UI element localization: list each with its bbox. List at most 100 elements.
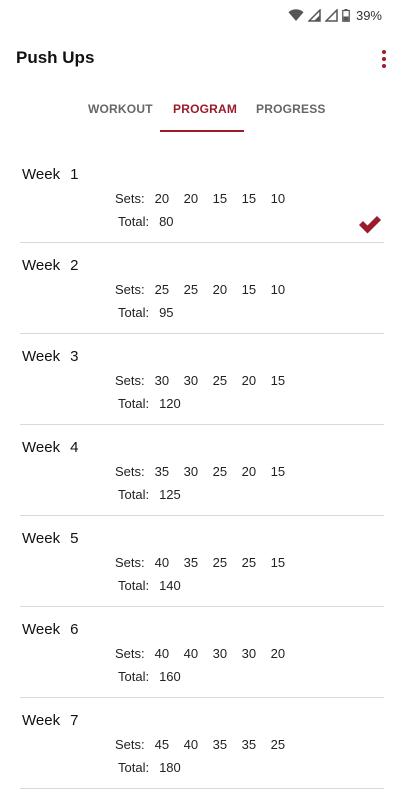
sets-row: Sets: 40 40 30 30 20	[115, 646, 290, 661]
week-number: 4	[70, 439, 79, 456]
week-list: Week 1 Sets: 20 20 15 15 10 Total: 80 Week 2 Sets: 25…	[20, 152, 384, 789]
set-value: 30	[241, 646, 257, 661]
week-number: 1	[70, 166, 79, 183]
total-label: Total:	[118, 214, 150, 229]
sets-row: Sets: 45 40 35 35 25	[115, 737, 290, 752]
set-value: 20	[212, 282, 228, 297]
week-number: 5	[70, 530, 79, 547]
tab-bar: WORKOUT PROGRAM PROGRESS	[0, 96, 404, 132]
week-word: Week	[22, 439, 61, 456]
set-value: 25	[212, 464, 228, 479]
set-value: 15	[270, 373, 286, 388]
total-label: Total:	[118, 396, 150, 411]
week-label: Week 3	[22, 348, 78, 365]
week-row[interactable]: Week 7 Sets: 45 40 35 35 25 Total: 180	[20, 698, 384, 789]
set-value: 25	[241, 555, 257, 570]
total-row: Total: 80	[118, 214, 174, 229]
week-row[interactable]: Week 5 Sets: 40 35 25 25 15 Total: 140	[20, 516, 384, 607]
set-value: 25	[212, 373, 228, 388]
battery-icon	[342, 9, 350, 22]
set-value: 20	[241, 464, 257, 479]
app-bar: Push Ups	[0, 42, 404, 76]
set-value: 25	[270, 737, 286, 752]
week-number: 3	[70, 348, 79, 365]
total-value: 125	[159, 487, 181, 502]
sets-label: Sets:	[115, 464, 145, 479]
sets-row: Sets: 20 20 15 15 10	[115, 191, 290, 206]
week-row[interactable]: Week 4 Sets: 35 30 25 20 15 Total: 125	[20, 425, 384, 516]
sets-label: Sets:	[115, 282, 145, 297]
week-word: Week	[22, 166, 61, 183]
total-row: Total: 95	[118, 305, 174, 320]
check-icon	[359, 216, 381, 234]
set-value: 10	[270, 282, 286, 297]
set-value: 10	[270, 191, 286, 206]
week-row[interactable]: Week 6 Sets: 40 40 30 30 20 Total: 160	[20, 607, 384, 698]
total-label: Total:	[118, 760, 150, 775]
total-row: Total: 140	[118, 578, 181, 593]
set-value: 35	[183, 555, 199, 570]
week-number: 7	[70, 712, 79, 729]
week-label: Week 1	[22, 166, 78, 183]
total-label: Total:	[118, 578, 150, 593]
week-label: Week 7	[22, 712, 78, 729]
week-number: 6	[70, 621, 79, 638]
sets-row: Sets: 30 30 25 20 15	[115, 373, 290, 388]
set-value: 35	[241, 737, 257, 752]
tab-workout[interactable]: WORKOUT	[88, 102, 153, 116]
tab-progress[interactable]: PROGRESS	[256, 102, 326, 116]
signal-icon	[307, 9, 321, 22]
total-row: Total: 125	[118, 487, 181, 502]
set-value: 20	[183, 191, 199, 206]
total-value: 120	[159, 396, 181, 411]
total-label: Total:	[118, 669, 150, 684]
week-label: Week 6	[22, 621, 78, 638]
status-bar: 39%	[0, 0, 404, 32]
set-value: 25	[154, 282, 170, 297]
set-value: 30	[154, 373, 170, 388]
set-value: 15	[212, 191, 228, 206]
signal-icon	[324, 9, 338, 22]
total-row: Total: 120	[118, 396, 181, 411]
sets-label: Sets:	[115, 737, 145, 752]
week-label: Week 5	[22, 530, 78, 547]
sets-label: Sets:	[115, 555, 145, 570]
week-word: Week	[22, 621, 61, 638]
week-word: Week	[22, 348, 61, 365]
total-value: 180	[159, 760, 181, 775]
total-value: 95	[159, 305, 174, 320]
set-value: 15	[241, 191, 257, 206]
set-value: 40	[154, 555, 170, 570]
set-value: 40	[183, 737, 199, 752]
battery-percent: 39%	[355, 8, 382, 23]
wifi-icon	[288, 9, 304, 21]
total-label: Total:	[118, 305, 150, 320]
tab-active-indicator	[160, 130, 244, 132]
tab-program[interactable]: PROGRAM	[173, 102, 237, 116]
sets-row: Sets: 35 30 25 20 15	[115, 464, 290, 479]
sets-label: Sets:	[115, 373, 145, 388]
sets-label: Sets:	[115, 646, 145, 661]
set-value: 45	[154, 737, 170, 752]
total-row: Total: 180	[118, 760, 181, 775]
set-value: 25	[183, 282, 199, 297]
set-value: 25	[212, 555, 228, 570]
total-value: 80	[159, 214, 174, 229]
overflow-menu-icon[interactable]	[378, 48, 390, 70]
week-word: Week	[22, 257, 61, 274]
week-row[interactable]: Week 3 Sets: 30 30 25 20 15 Total: 120	[20, 334, 384, 425]
week-number: 2	[70, 257, 79, 274]
set-value: 30	[183, 373, 199, 388]
set-value: 35	[212, 737, 228, 752]
set-value: 35	[154, 464, 170, 479]
week-row[interactable]: Week 2 Sets: 25 25 20 15 10 Total: 95	[20, 243, 384, 334]
sets-row: Sets: 40 35 25 25 15	[115, 555, 290, 570]
set-value: 20	[270, 646, 286, 661]
sets-label: Sets:	[115, 191, 145, 206]
sets-row: Sets: 25 25 20 15 10	[115, 282, 290, 297]
status-icons: 39%	[288, 8, 382, 23]
week-label: Week 2	[22, 257, 78, 274]
total-row: Total: 160	[118, 669, 181, 684]
week-row[interactable]: Week 1 Sets: 20 20 15 15 10 Total: 80	[20, 152, 384, 243]
set-value: 40	[183, 646, 199, 661]
